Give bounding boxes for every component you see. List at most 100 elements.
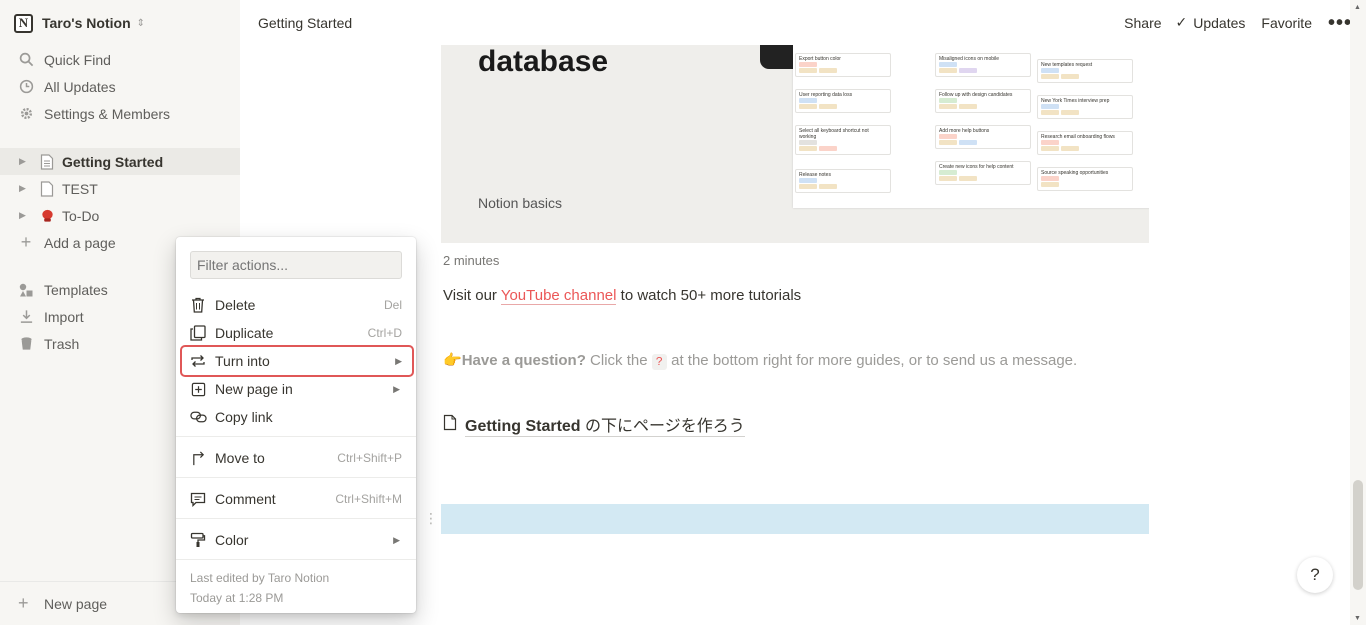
menu-item-comment[interactable]: Comment Ctrl+Shift+M: [176, 485, 416, 513]
scroll-down-arrow-icon[interactable]: ▼: [1354, 615, 1361, 622]
menu-item-delete[interactable]: Delete Del: [176, 291, 416, 319]
workspace-switcher[interactable]: N Taro's Notion ⇕: [14, 12, 145, 34]
sidebar-item-label: Templates: [44, 281, 108, 298]
menu-divider: [176, 436, 416, 437]
chevron-updown-icon: ⇕: [136, 17, 146, 29]
sidebar-page-todo[interactable]: ▶ To-Do: [0, 202, 240, 229]
paint-roller-icon: [189, 531, 207, 549]
checkmark-icon: ✓: [1175, 14, 1188, 30]
board-card: Add more help buttons: [935, 125, 1031, 149]
question-callout: 👉Have a question? Click the ? at the bot…: [443, 352, 1078, 370]
last-edited-time: Today at 1:28 PM: [190, 591, 284, 605]
board-card: User reporting data loss: [795, 89, 891, 113]
sidebar-item-label: Trash: [44, 335, 80, 352]
sidebar-item-settings[interactable]: Settings & Members: [0, 100, 240, 127]
clock-icon: [17, 78, 35, 96]
menu-divider: [176, 559, 416, 560]
board-card: Release notes: [795, 169, 891, 193]
sidebar-item-quick-find[interactable]: Quick Find: [0, 46, 240, 73]
submenu-arrow-icon: ▶: [395, 355, 402, 366]
duplicate-icon: [189, 324, 207, 342]
menu-item-turn-into[interactable]: Turn into ▶: [180, 345, 414, 377]
sidebar-item-label: Add a page: [44, 234, 116, 251]
board-preview: Export button color User reporting data …: [793, 45, 1149, 208]
sidebar-item-all-updates[interactable]: All Updates: [0, 73, 240, 100]
document-icon: [443, 414, 457, 436]
pointing-hand-icon: 👉: [443, 352, 462, 369]
shortcut-hint: Del: [383, 298, 402, 312]
new-page-in-icon: [189, 380, 207, 398]
turn-into-icon: [189, 352, 207, 370]
submenu-arrow-icon: ▶: [393, 383, 400, 394]
more-options-icon[interactable]: •••: [1328, 13, 1352, 33]
gear-icon: [17, 105, 35, 123]
shapes-icon: [17, 281, 35, 299]
video-title: database: [478, 45, 609, 78]
shortcut-hint: Ctrl+Shift+M: [335, 492, 402, 506]
board-card: Follow up with design candidates: [935, 89, 1031, 113]
help-button[interactable]: ?: [1297, 557, 1333, 593]
board-card: Misaligned icons on mobile: [935, 53, 1031, 77]
comment-icon: [189, 490, 207, 508]
menu-divider: [176, 518, 416, 519]
share-button[interactable]: Share: [1124, 15, 1161, 31]
link-icon: [189, 408, 207, 426]
board-card: Export button color: [795, 53, 891, 77]
menu-item-color[interactable]: Color ▶: [176, 526, 416, 554]
expand-triangle-icon[interactable]: ▶: [19, 156, 26, 167]
move-arrow-icon: [189, 449, 207, 467]
menu-item-duplicate[interactable]: Duplicate Ctrl+D: [176, 319, 416, 347]
visit-youtube-text: Visit our YouTube channel to watch 50+ m…: [443, 287, 802, 305]
scroll-up-arrow-icon[interactable]: ▲: [1354, 4, 1361, 11]
youtube-channel-link[interactable]: YouTube channel: [500, 287, 617, 305]
menu-item-move-to[interactable]: Move to Ctrl+Shift+P: [176, 444, 416, 472]
last-edited-by: Last edited by Taro Notion: [190, 571, 330, 585]
expand-triangle-icon[interactable]: ▶: [19, 183, 26, 194]
download-icon: [17, 308, 35, 326]
trash-icon: [189, 296, 207, 314]
favorite-button[interactable]: Favorite: [1261, 15, 1312, 31]
scrollbar[interactable]: ▲ ▼: [1350, 0, 1366, 625]
shortcut-hint: Ctrl+D: [367, 326, 402, 340]
topbar: Getting Started Share ✓ Updates Favorite…: [240, 0, 1366, 45]
board-card: Research email onboarding flows: [1037, 131, 1133, 155]
submenu-arrow-icon: ▶: [393, 534, 400, 545]
shortcut-hint: Ctrl+Shift+P: [337, 451, 402, 465]
selected-block[interactable]: [441, 504, 1149, 534]
menu-item-copy-link[interactable]: Copy link: [176, 403, 416, 431]
sidebar-item-label: To-Do: [62, 207, 100, 224]
search-icon: [17, 51, 35, 69]
menu-item-new-page-in[interactable]: New page in ▶: [176, 375, 416, 403]
subpage-link[interactable]: Getting Started の下にページを作ろう: [443, 412, 745, 437]
scrollbar-thumb[interactable]: [1353, 480, 1363, 590]
sidebar-item-label: Quick Find: [44, 51, 111, 68]
sidebar-page-getting-started[interactable]: ▶ Getting Started: [0, 148, 240, 175]
updates-button[interactable]: Updates: [1193, 15, 1245, 31]
menu-divider: [176, 477, 416, 478]
video-embed[interactable]: database Notion basics Export button col…: [441, 45, 1149, 243]
plus-icon: +: [20, 232, 32, 252]
board-card: New templates request: [1037, 59, 1133, 83]
block-action-menu: Delete Del Duplicate Ctrl+D Turn into ▶ …: [176, 237, 416, 613]
board-card: Create new icons for help content: [935, 161, 1031, 185]
sidebar-item-label: Getting Started: [62, 153, 164, 170]
document-icon: [38, 153, 56, 171]
board-card: Select all keyboard shortcut not working: [795, 125, 891, 155]
video-subtitle: Notion basics: [478, 195, 563, 211]
inline-code-question: ?: [651, 354, 667, 370]
filter-actions-input[interactable]: [190, 251, 402, 279]
document-icon: [38, 180, 56, 198]
breadcrumb[interactable]: Getting Started: [258, 15, 352, 31]
sidebar-item-label: All Updates: [44, 78, 116, 95]
board-card: Source speaking opportunities: [1037, 167, 1133, 191]
expand-triangle-icon[interactable]: ▶: [19, 210, 26, 221]
trash-icon: [17, 335, 35, 353]
workspace-name: Taro's Notion: [42, 15, 131, 31]
video-duration: 2 minutes: [443, 253, 500, 268]
sidebar-item-label: Settings & Members: [44, 105, 171, 122]
sidebar-item-label: TEST: [62, 180, 98, 197]
board-card: New York Times interview prep: [1037, 95, 1133, 119]
boxing-glove-icon: [38, 207, 56, 225]
notion-logo-icon: N: [14, 13, 33, 33]
sidebar-page-test[interactable]: ▶ TEST: [0, 175, 240, 202]
